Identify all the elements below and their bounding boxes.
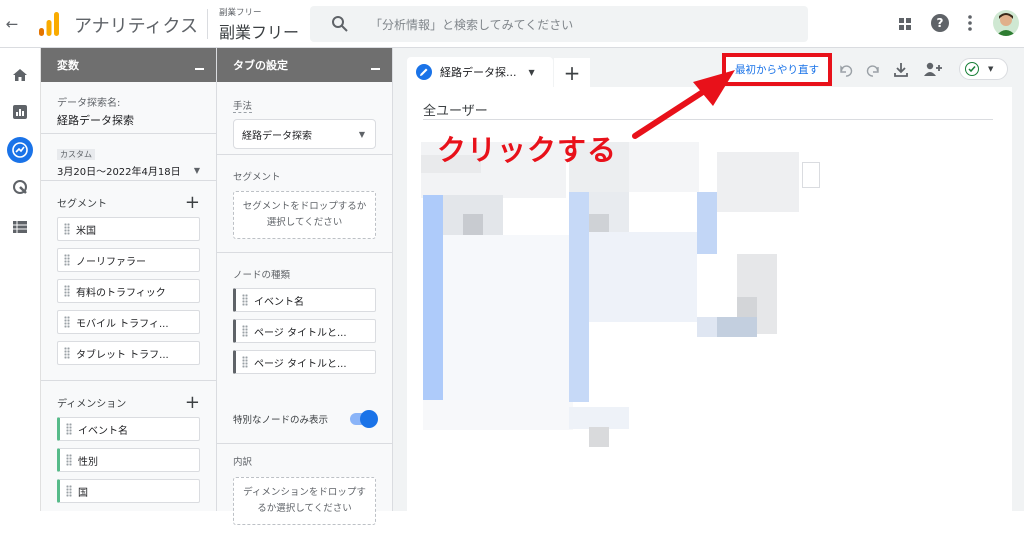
share-icon[interactable] — [923, 61, 943, 77]
account-name[interactable]: 副業フリー — [219, 6, 262, 18]
segment-comparison-section: セグメント セグメントをドロップするか選択してください — [217, 155, 392, 253]
tab-settings-panel: タブの設定 手法 経路データ探索 ▼ セグメント セグメントをドロップするか選択… — [217, 48, 393, 525]
drag-handle-icon[interactable] — [242, 356, 248, 368]
annotation-arrow-icon — [632, 70, 735, 139]
undo-icon[interactable] — [839, 63, 853, 77]
dimension-chip[interactable]: イベント名 — [57, 417, 200, 441]
content-header: 全ユーザー — [423, 104, 488, 119]
breakdown-label: 内訳 — [233, 457, 253, 468]
start-over-button[interactable]: 最初からやり直す — [735, 62, 819, 77]
exploration-name-section: データ探索名: 経路データ探索 — [41, 82, 216, 134]
edit-pencil-icon[interactable] — [416, 64, 432, 80]
configure-icon[interactable] — [13, 218, 27, 233]
exploration-canvas: 経路データ探... ▼ + 最初からやり直す ▼ 全ユーザー クリックする — [393, 48, 1024, 511]
segment-chip[interactable]: タブレット トラフ... — [57, 341, 200, 365]
date-range-section[interactable]: カスタム 3月20日〜2022年4月18日 ▼ — [41, 134, 216, 181]
redo-icon[interactable] — [866, 63, 880, 77]
drag-handle-icon[interactable] — [64, 316, 70, 328]
drag-handle-icon[interactable] — [64, 223, 70, 235]
tab-settings-header: タブの設定 — [217, 48, 392, 82]
drag-handle-icon[interactable] — [64, 285, 70, 297]
add-segment-icon[interactable]: + — [185, 193, 200, 211]
analytics-logo-icon — [38, 11, 60, 37]
drag-handle-icon[interactable] — [66, 423, 72, 435]
advertising-icon[interactable] — [12, 179, 28, 195]
exploration-name-input[interactable]: 経路データ探索 — [57, 112, 200, 128]
method-select[interactable]: 経路データ探索 ▼ — [233, 119, 376, 149]
add-dimension-icon[interactable]: + — [185, 393, 200, 411]
tab-dropdown-icon[interactable]: ▼ — [529, 68, 535, 77]
top-bar: ← アナリティクス 副業フリー 副業フリー 「分析情報」と検索してみてください … — [0, 0, 1024, 48]
special-nodes-label: 特別なノードのみ表示 — [233, 415, 329, 426]
save-status-button[interactable]: ▼ — [959, 58, 1008, 80]
annotation-text: クリックする — [437, 133, 618, 167]
search-bar[interactable]: 「分析情報」と検索してみてください — [310, 6, 808, 42]
reports-icon[interactable] — [13, 104, 27, 119]
divider — [207, 9, 208, 39]
minimize-icon[interactable] — [371, 68, 380, 70]
segments-section: セグメント + 米国 ノーリファラー 有料のトラフィック モバイル トラフィ...… — [41, 181, 216, 381]
more-vert-icon[interactable] — [968, 15, 972, 31]
segment-drop-zone[interactable]: セグメントをドロップするか選択してください — [233, 191, 376, 239]
dimensions-label: ディメンション — [57, 399, 127, 410]
segment-chip[interactable]: モバイル トラフィ... — [57, 310, 200, 334]
drag-handle-icon[interactable] — [64, 254, 70, 266]
explore-icon[interactable] — [7, 137, 33, 163]
variables-panel-header: 変数 — [41, 48, 216, 82]
segment-label: セグメント — [233, 172, 281, 183]
drag-handle-icon[interactable] — [66, 454, 72, 466]
avatar[interactable] — [993, 10, 1019, 36]
download-icon[interactable] — [894, 62, 908, 78]
app-name: アナリティクス — [74, 16, 199, 37]
tab-path-exploration[interactable]: 経路データ探... ▼ — [407, 57, 553, 87]
tab-label: 経路データ探... — [440, 66, 517, 79]
variables-panel-title: 変数 — [57, 59, 79, 72]
dimension-chip[interactable]: 国 — [57, 479, 200, 503]
method-section: 手法 経路データ探索 ▼ — [217, 82, 392, 155]
drag-handle-icon[interactable] — [66, 485, 72, 497]
search-icon — [331, 15, 349, 33]
dropdown-arrow-icon: ▼ — [358, 129, 365, 139]
method-label: 手法 — [233, 98, 253, 113]
dropdown-arrow-icon[interactable]: ▼ — [194, 166, 200, 175]
segments-label: セグメント — [57, 199, 107, 210]
method-select-value: 経路データ探索 — [242, 130, 312, 142]
breakdown-drop-zone[interactable]: ディメンションをドロップするか選択してください — [233, 477, 376, 525]
breakdown-section: 内訳 ディメンションをドロップするか選択してください — [217, 444, 392, 535]
path-content-area: 全ユーザー クリックする — [407, 70, 1012, 511]
nav-rail — [0, 48, 41, 511]
dimension-chip[interactable]: 性別 — [57, 448, 200, 472]
node-type-section: ノードの種類 イベント名 ページ タイトルと... ページ タイトルと... 特… — [217, 253, 392, 444]
check-circle-icon — [965, 62, 979, 76]
special-nodes-toggle[interactable] — [350, 410, 378, 428]
variables-panel: 変数 データ探索名: 経路データ探索 カスタム 3月20日〜2022年4月18日… — [41, 48, 217, 511]
drag-handle-icon[interactable] — [242, 325, 248, 337]
segment-chip[interactable]: ノーリファラー — [57, 248, 200, 272]
minimize-icon[interactable] — [195, 68, 204, 70]
apps-grid-icon[interactable] — [898, 16, 912, 30]
date-range[interactable]: 3月20日〜2022年4月18日 — [57, 163, 181, 178]
exploration-name-label: データ探索名: — [57, 98, 121, 109]
dimensions-section: ディメンション + イベント名 性別 国 — [41, 381, 216, 513]
date-badge: カスタム — [57, 149, 95, 160]
drag-handle-icon[interactable] — [64, 347, 70, 359]
node-type-chip[interactable]: イベント名 — [233, 288, 376, 312]
search-input[interactable]: 「分析情報」と検索してみてください — [370, 16, 573, 33]
segment-chip[interactable]: 米国 — [57, 217, 200, 241]
help-icon[interactable]: ? — [931, 14, 949, 32]
add-tab-button[interactable]: + — [554, 58, 590, 87]
node-type-chip[interactable]: ページ タイトルと... — [233, 350, 376, 374]
node-type-label: ノードの種類 — [233, 270, 291, 281]
segment-chip[interactable]: 有料のトラフィック — [57, 279, 200, 303]
drag-handle-icon[interactable] — [242, 294, 248, 306]
property-selector[interactable]: 副業フリー — [219, 19, 299, 43]
dropdown-arrow-icon: ▼ — [988, 65, 994, 73]
back-arrow-icon[interactable]: ← — [4, 14, 20, 34]
node-type-chip[interactable]: ページ タイトルと... — [233, 319, 376, 343]
tab-settings-title: タブの設定 — [233, 59, 288, 72]
home-icon[interactable] — [12, 67, 28, 81]
